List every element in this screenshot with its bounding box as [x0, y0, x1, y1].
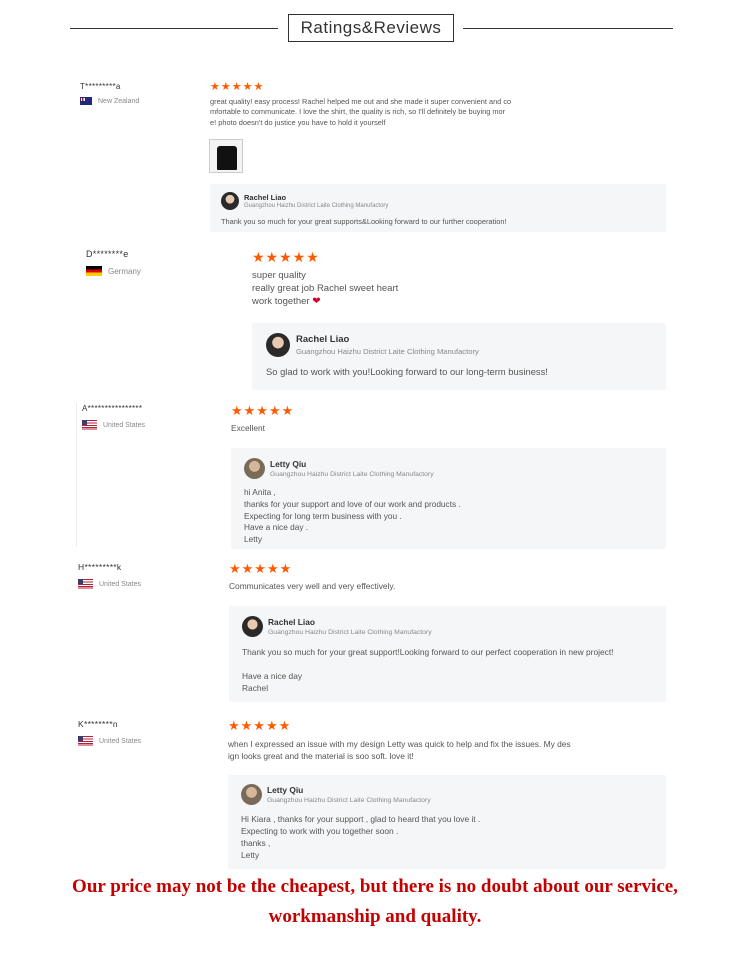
- reply-company: Guangzhou Haizhu District Laite Clothing…: [244, 203, 389, 209]
- reviewer-name: D********e: [86, 249, 129, 259]
- seller-reply: Letty Qiu Guangzhou Haizhu District Lait…: [228, 775, 666, 869]
- footer-line-1: Our price may not be the cheapest, but t…: [72, 876, 678, 897]
- reply-header: Rachel Liao Guangzhou Haizhu District La…: [242, 616, 432, 637]
- country-label: United States: [99, 580, 142, 588]
- page-title: Ratings&Reviews: [288, 14, 454, 42]
- star-rating: ★★★★★: [229, 561, 293, 576]
- reviewer-info: K********n United States: [78, 719, 141, 746]
- germany-flag-icon: [86, 266, 102, 276]
- reviewer-name: T*********a: [80, 82, 121, 91]
- review-content: ★★★★★ great quality! easy process! Rache…: [210, 82, 540, 128]
- country-label: United States: [103, 421, 146, 429]
- avatar: [241, 784, 262, 805]
- avatar: [221, 192, 239, 210]
- heart-icon: ❤: [312, 296, 321, 307]
- review-comment: super quality really great job Rachel sw…: [252, 270, 399, 307]
- review-comment: when I expressed an issue with my design…: [228, 739, 571, 761]
- reviewer-country: United States: [82, 420, 145, 430]
- reply-author: Rachel Liao: [296, 334, 350, 345]
- footer-line-2: workmanship and quality.: [268, 906, 482, 927]
- review-content: ★★★★★ super quality really great job Rac…: [252, 250, 502, 308]
- reply-author: Letty Qiu: [267, 785, 304, 795]
- seller-reply: Letty Qiu Guangzhou Haizhu District Lait…: [231, 448, 666, 549]
- reply-text: So glad to work with you!Looking forward…: [266, 366, 548, 377]
- star-rating: ★★★★★: [252, 249, 320, 265]
- reply-company: Guangzhou Haizhu District Laite Clothing…: [267, 797, 431, 804]
- reviewer-country: New Zealand: [80, 97, 139, 105]
- review-photo-thumbnail[interactable]: [209, 139, 243, 173]
- reply-text: Hi Kiara , thanks for your support , gla…: [241, 814, 481, 860]
- us-flag-icon: [78, 736, 93, 746]
- country-label: Germany: [108, 266, 141, 276]
- star-rating: ★★★★★: [210, 81, 265, 93]
- seller-reply: Rachel Liao Guangzhou Haizhu District La…: [252, 323, 666, 390]
- reply-company: Guangzhou Haizhu District Laite Clothing…: [296, 347, 479, 356]
- review-content: ★★★★★ Excellent: [231, 404, 431, 433]
- reply-text: Thank you so much for your great support…: [242, 647, 614, 693]
- reply-company: Guangzhou Haizhu District Laite Clothing…: [268, 629, 432, 636]
- avatar: [242, 616, 263, 637]
- reply-author: Letty Qiu: [270, 459, 307, 469]
- star-rating: ★★★★★: [231, 403, 295, 418]
- reviewer-country: United States: [78, 736, 141, 746]
- us-flag-icon: [82, 420, 97, 430]
- reviewer-info: A**************** United States: [82, 404, 145, 430]
- country-label: New Zealand: [98, 97, 140, 105]
- reviewer-country: Germany: [86, 266, 141, 276]
- reply-author: Rachel Liao: [244, 193, 287, 202]
- reviewer-name: H*********k: [78, 562, 122, 572]
- reviewer-info: T*********a New Zealand: [80, 82, 139, 105]
- avatar: [266, 333, 290, 357]
- seller-reply: Rachel Liao Guangzhou Haizhu District La…: [229, 606, 666, 702]
- reply-text: Thank you so much for your great support…: [221, 217, 507, 226]
- reviews-header: Ratings&Reviews: [0, 14, 750, 44]
- avatar: [244, 458, 265, 479]
- reviewer-country: United States: [78, 579, 141, 589]
- reply-header: Letty Qiu Guangzhou Haizhu District Lait…: [244, 458, 434, 479]
- section-divider: [76, 403, 77, 547]
- reply-author: Rachel Liao: [268, 617, 316, 627]
- review-comment: Excellent: [231, 423, 265, 433]
- new-zealand-flag-icon: [80, 97, 92, 105]
- seller-reply: Rachel Liao Guangzhou Haizhu District La…: [210, 184, 666, 232]
- header-divider-left: [70, 28, 278, 29]
- reply-header: Letty Qiu Guangzhou Haizhu District Lait…: [241, 784, 431, 805]
- reply-company: Guangzhou Haizhu District Laite Clothing…: [270, 471, 434, 478]
- reply-header: Rachel Liao Guangzhou Haizhu District La…: [266, 333, 479, 357]
- reviewer-info: D********e Germany: [86, 249, 141, 276]
- review-content: ★★★★★ Communicates very well and very ef…: [229, 562, 489, 591]
- reviewer-name: A****************: [82, 404, 143, 413]
- footer-slogan: Our price may not be the cheapest, but t…: [0, 872, 750, 932]
- review-comment-wrap: super quality really great job Rachel sw…: [252, 269, 502, 308]
- star-rating: ★★★★★: [228, 718, 292, 733]
- country-label: United States: [99, 737, 142, 745]
- review-comment: great quality! easy process! Rachel help…: [210, 97, 512, 127]
- reviewer-name: K********n: [78, 719, 118, 729]
- us-flag-icon: [78, 579, 93, 589]
- reviewer-info: H*********k United States: [78, 562, 141, 589]
- header-divider-right: [463, 28, 673, 29]
- reply-text: hi Anita , thanks for your support and l…: [244, 487, 461, 545]
- review-comment: Communicates very well and very effectiv…: [229, 581, 396, 591]
- reply-header: Rachel Liao Guangzhou Haizhu District La…: [221, 192, 388, 210]
- review-content: ★★★★★ when I expressed an issue with my …: [228, 719, 608, 762]
